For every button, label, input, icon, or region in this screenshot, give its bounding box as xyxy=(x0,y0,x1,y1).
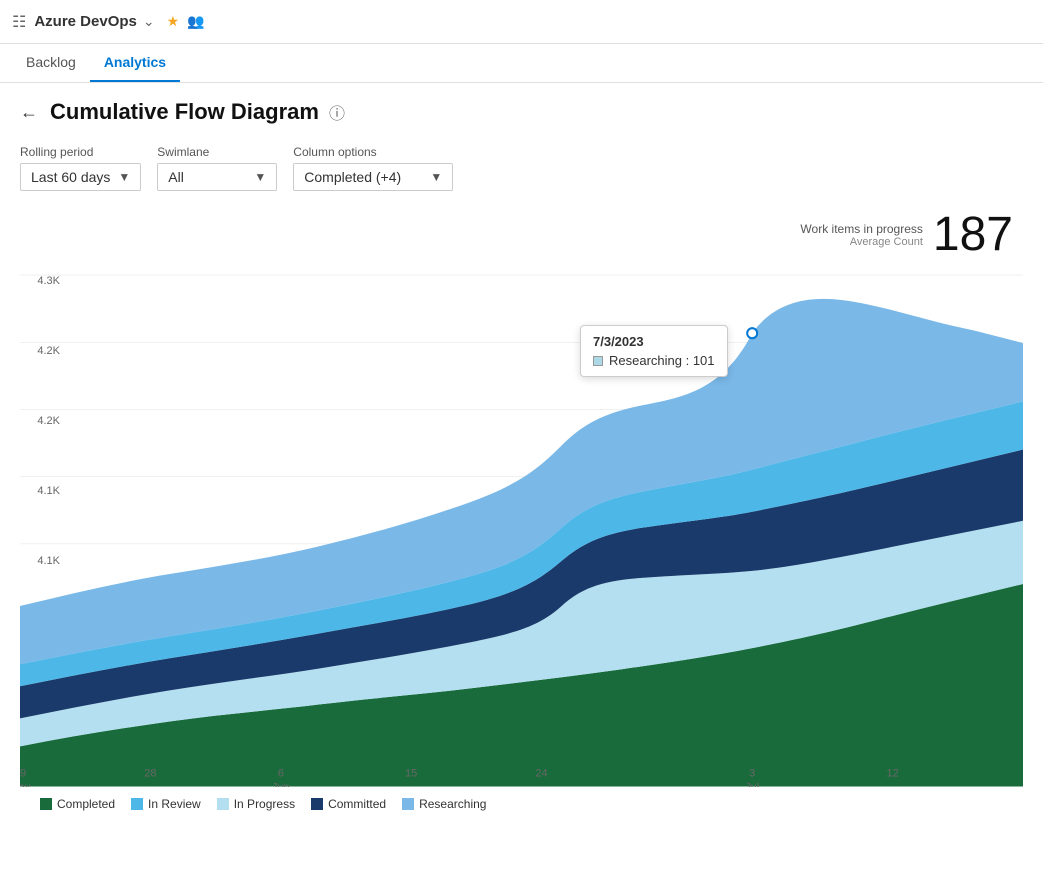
swimlane-filter: Swimlane All ▼ xyxy=(157,145,277,191)
x-label-15: 15 xyxy=(405,768,417,780)
legend-in-progress: In Progress xyxy=(217,797,295,811)
stats-label: Work items in progress xyxy=(800,222,922,236)
chart-right: 19 28 6 15 24 3 12 May Jun Jul 7/3/2023 … xyxy=(20,265,1023,787)
x-month-jun: Jun xyxy=(272,782,290,787)
chart-legend: Completed In Review In Progress Committe… xyxy=(20,787,1023,821)
app-chevron-icon[interactable]: ⌄ xyxy=(143,13,155,30)
column-options-filter: Column options Completed (+4) ▼ xyxy=(293,145,453,191)
swimlane-label: Swimlane xyxy=(157,145,277,159)
legend-in-review: In Review xyxy=(131,797,201,811)
stats-inner: Work items in progress Average Count 187 xyxy=(800,211,1013,259)
stats-count: 187 xyxy=(933,211,1013,259)
swimlane-select[interactable]: All ▼ xyxy=(157,163,277,191)
rolling-period-select[interactable]: Last 60 days ▼ xyxy=(20,163,141,191)
legend-in-review-label: In Review xyxy=(148,797,201,811)
legend-committed-icon xyxy=(311,798,323,810)
legend-researching-label: Researching xyxy=(419,797,486,811)
legend-completed-icon xyxy=(40,798,52,810)
legend-completed-label: Completed xyxy=(57,797,115,811)
x-label-19: 19 xyxy=(20,768,26,780)
x-label-12: 12 xyxy=(886,768,898,780)
legend-researching: Researching xyxy=(402,797,486,811)
rolling-period-value: Last 60 days xyxy=(31,169,110,185)
chart-wrap: 4.3K 4.2K 4.2K 4.1K 4.1K 4.0K 4.0K 3.9K xyxy=(20,265,1023,787)
page-title: Cumulative Flow Diagram xyxy=(50,99,319,125)
rolling-period-filter: Rolling period Last 60 days ▼ xyxy=(20,145,141,191)
people-icon[interactable]: 👥 xyxy=(187,13,204,30)
legend-completed: Completed xyxy=(40,797,115,811)
legend-committed-label: Committed xyxy=(328,797,386,811)
column-options-select[interactable]: Completed (+4) ▼ xyxy=(293,163,453,191)
column-options-chevron-icon: ▼ xyxy=(430,170,442,184)
legend-in-review-icon xyxy=(131,798,143,810)
column-options-value: Completed (+4) xyxy=(304,169,401,185)
favorite-icon[interactable]: ★ xyxy=(167,13,180,30)
x-label-6: 6 xyxy=(278,768,284,780)
swimlane-chevron-icon: ▼ xyxy=(254,170,266,184)
legend-in-progress-icon xyxy=(217,798,229,810)
app-name[interactable]: Azure DevOps xyxy=(34,13,137,30)
column-options-label: Column options xyxy=(293,145,453,159)
x-label-28: 28 xyxy=(144,768,156,780)
swimlane-value: All xyxy=(168,169,184,185)
stats-bar: Work items in progress Average Count 187 xyxy=(20,211,1023,259)
chart-svg: 19 28 6 15 24 3 12 May Jun Jul xyxy=(20,265,1023,787)
app-header: ☷ Azure DevOps ⌄ ★ 👥 xyxy=(0,0,1043,44)
stats-text: Work items in progress Average Count xyxy=(800,222,922,248)
tooltip-dot xyxy=(747,328,757,338)
legend-researching-icon xyxy=(402,798,414,810)
legend-in-progress-label: In Progress xyxy=(234,797,295,811)
legend-committed: Committed xyxy=(311,797,386,811)
grid-icon: ☷ xyxy=(12,12,26,32)
tab-analytics[interactable]: Analytics xyxy=(90,44,180,82)
x-label-3: 3 xyxy=(749,768,755,780)
help-icon[interactable]: ⓘ xyxy=(329,100,345,124)
tab-backlog[interactable]: Backlog xyxy=(12,44,90,82)
page-header: ← Cumulative Flow Diagram ⓘ xyxy=(20,99,1023,125)
x-month-may: May xyxy=(20,782,31,787)
back-button[interactable]: ← xyxy=(20,102,38,123)
x-month-jul: Jul xyxy=(745,782,759,787)
rolling-period-label: Rolling period xyxy=(20,145,141,159)
nav-tabs: Backlog Analytics xyxy=(0,44,1043,83)
rolling-period-chevron-icon: ▼ xyxy=(118,170,130,184)
page-content: ← Cumulative Flow Diagram ⓘ Rolling peri… xyxy=(0,83,1043,837)
filter-bar: Rolling period Last 60 days ▼ Swimlane A… xyxy=(20,145,1023,191)
x-label-24: 24 xyxy=(535,768,547,780)
stats-sublabel: Average Count xyxy=(800,236,922,248)
